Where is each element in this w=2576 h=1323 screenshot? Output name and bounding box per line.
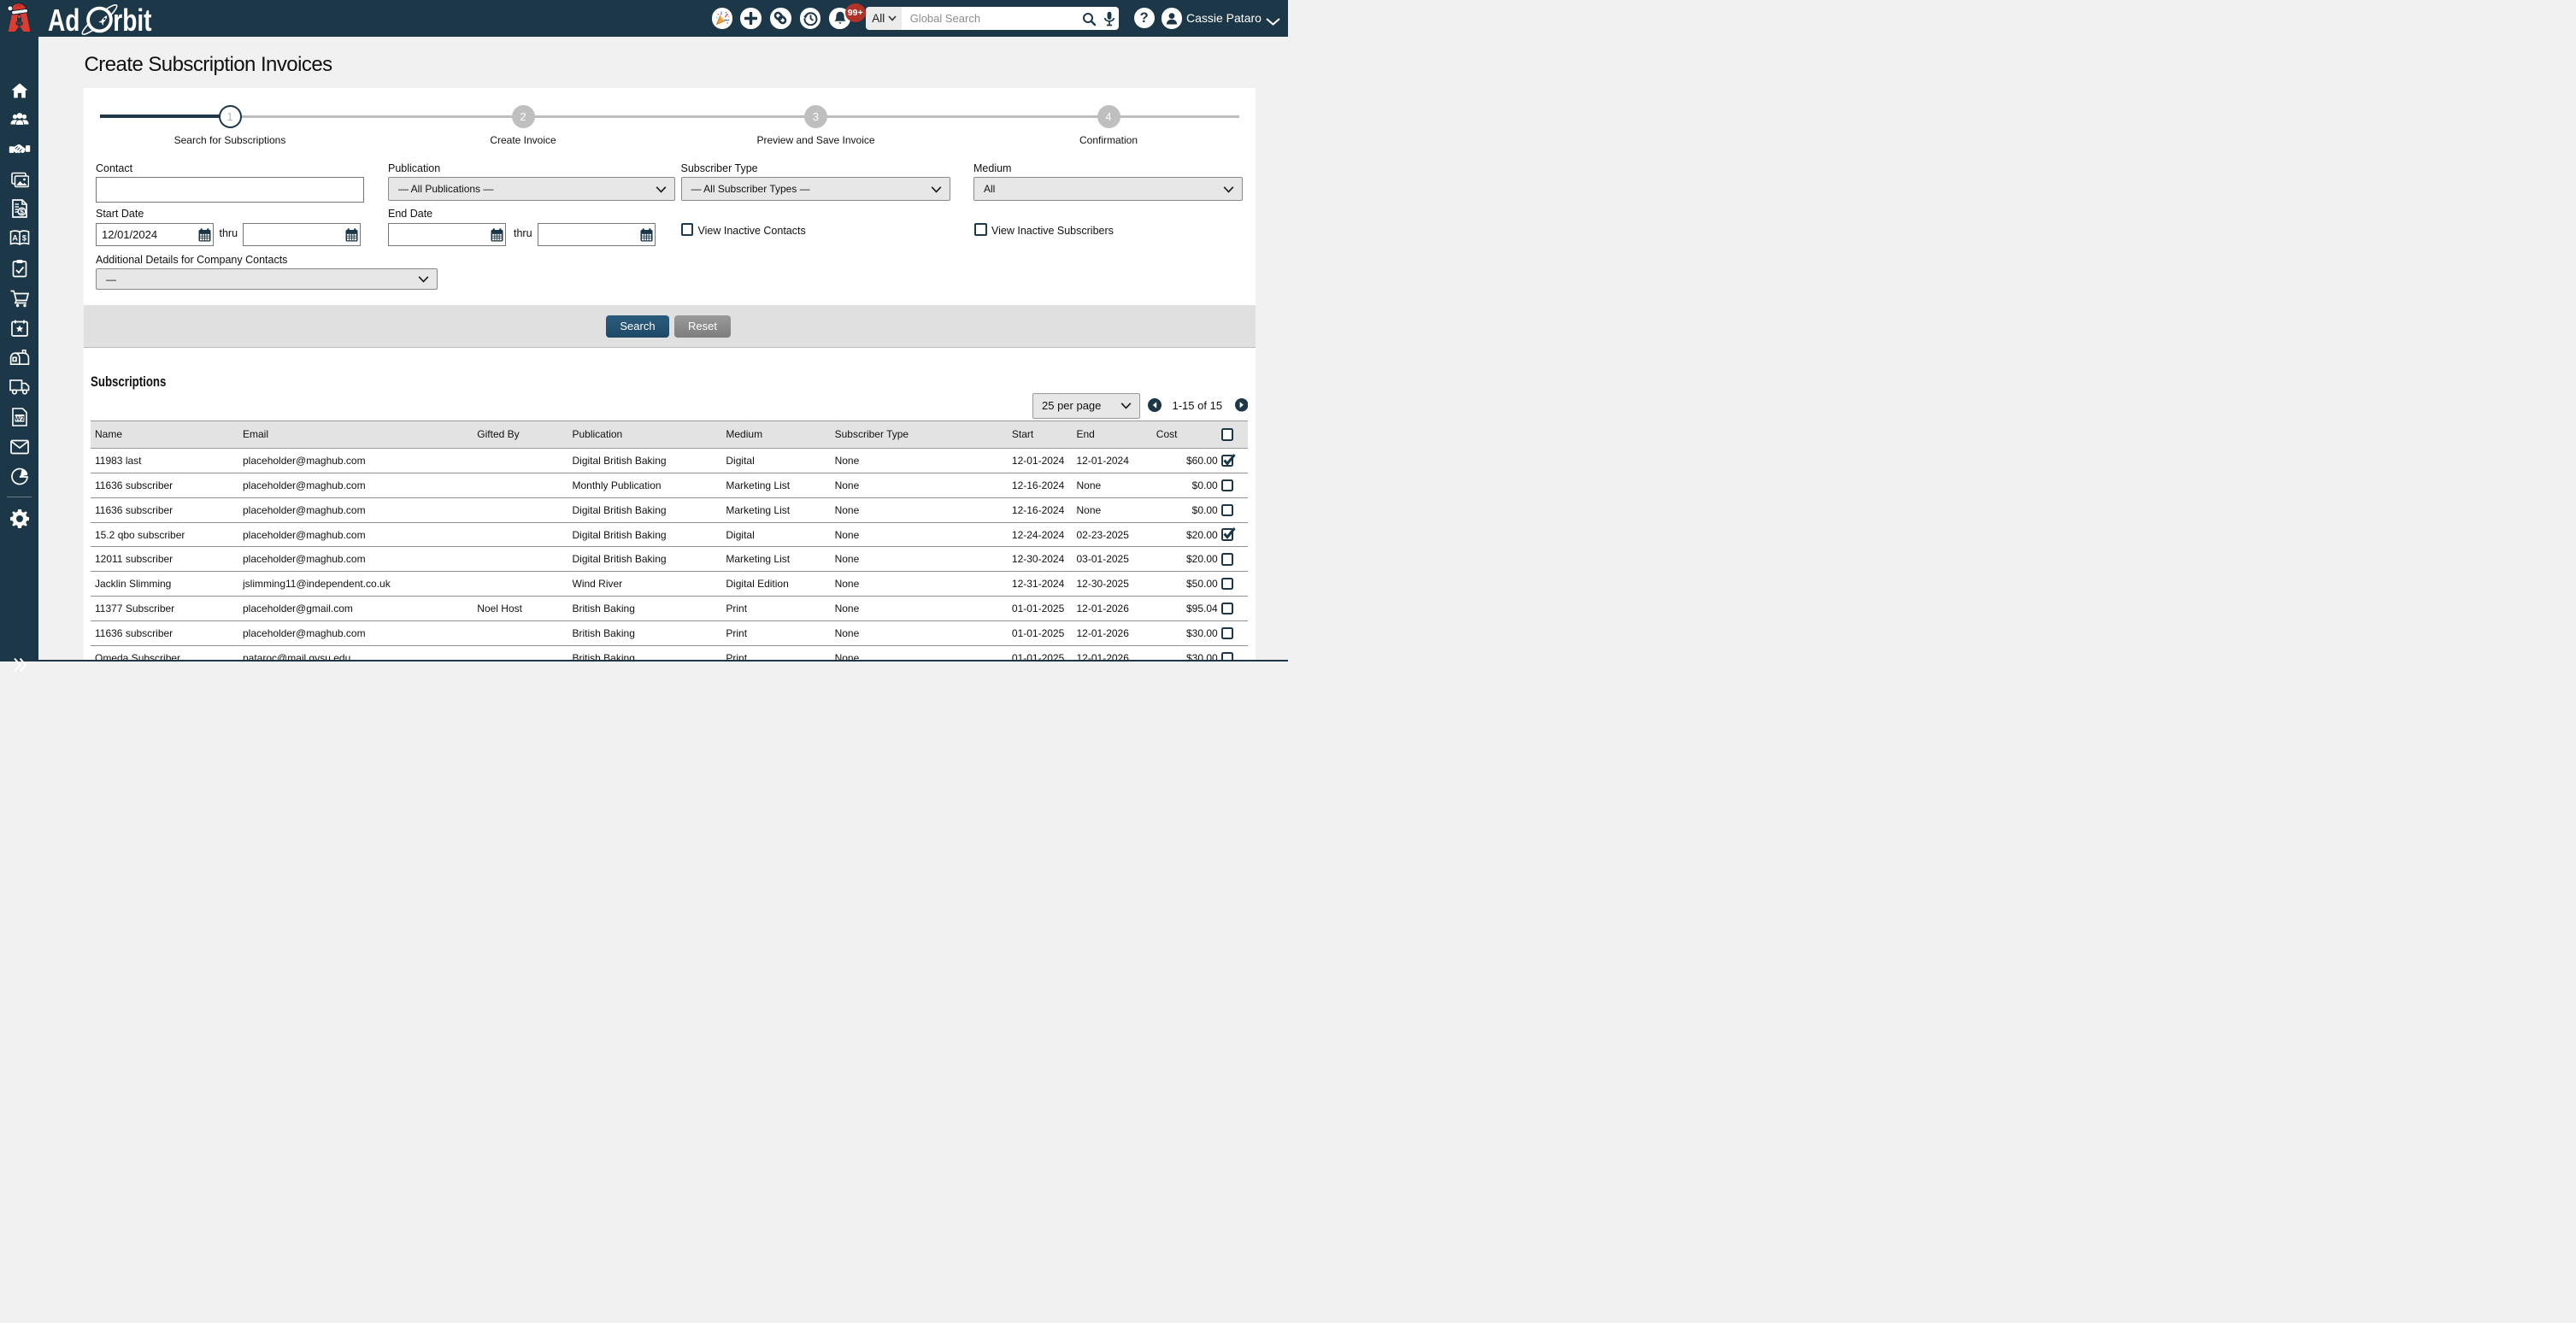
svg-text:A: A — [12, 234, 18, 243]
svg-text:$: $ — [21, 234, 26, 243]
svg-text:W2: W2 — [15, 415, 24, 422]
svg-text:$: $ — [20, 207, 24, 215]
